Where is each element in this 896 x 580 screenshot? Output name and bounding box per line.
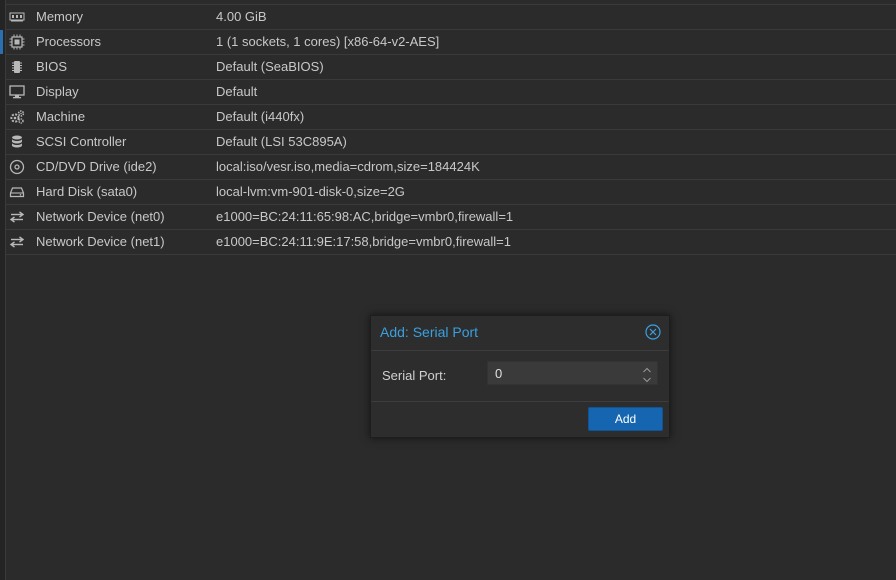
cogs-icon [9,109,25,125]
hardware-page: Memory 4.00 GiB Processors 1 (1 sockets,… [0,0,896,580]
hardware-row-key: Machine [36,109,86,124]
hardware-row-value: local-lvm:vm-901-disk-0,size=2G [216,184,405,199]
dialog-body: Serial Port: [371,350,669,402]
hardware-row-hard-disk[interactable]: Hard Disk (sata0) local-lvm:vm-901-disk-… [6,180,896,205]
hardware-row-key: Memory [36,9,83,24]
serial-port-input[interactable] [488,362,643,384]
hardware-row-display[interactable]: Display Default [6,80,896,105]
memory-icon [9,9,25,25]
dialog-footer: Add [371,401,669,437]
hardware-row-key: Network Device (net1) [36,234,165,249]
hardware-row-key: BIOS [36,59,68,74]
monitor-icon [9,84,25,100]
hardware-grid: Memory 4.00 GiB Processors 1 (1 sockets,… [6,4,896,255]
dialog-title: Add: Serial Port [380,324,479,340]
exchange-icon [9,234,25,250]
hardware-row-processors[interactable]: Processors 1 (1 sockets, 1 cores) [x86-6… [6,30,896,55]
hardware-row-value: Default (SeaBIOS) [216,59,324,74]
hardware-row-bios[interactable]: BIOS Default (SeaBIOS) [6,55,896,80]
hardware-row-key: Processors [36,34,102,49]
hardware-row-value: Default (i440fx) [216,109,305,124]
hardware-row-value: Default [216,84,258,99]
hard-disk-icon [9,184,25,200]
add-serial-port-dialog: Add: Serial Port Serial Port: 0 Add [370,315,670,438]
hardware-row-value: local:iso/vesr.iso,media=cdrom,size=1844… [216,159,480,174]
serial-port-label: Serial Port: [382,368,447,383]
hardware-row-key: Network Device (net0) [36,209,165,224]
optical-disc-icon [9,159,25,175]
hardware-row-machine[interactable]: Machine Default (i440fx) [6,105,896,130]
hardware-row-network-device-net1[interactable]: Network Device (net1) e1000=BC:24:11:9E:… [6,230,896,255]
hardware-row-value: Default (LSI 53C895A) [216,134,347,149]
serial-port-stepper[interactable] [487,361,658,385]
bios-chip-icon [9,59,25,75]
hardware-row-value: e1000=BC:24:11:9E:17:58,bridge=vmbr0,fir… [216,234,511,249]
hardware-row-key: Hard Disk (sata0) [36,184,138,199]
hardware-row-scsi-controller[interactable]: SCSI Controller Default (LSI 53C895A) [6,130,896,155]
selection-marker [0,30,3,54]
exchange-icon [9,209,25,225]
close-icon[interactable] [645,324,661,340]
hardware-row-memory[interactable]: Memory 4.00 GiB [6,5,896,30]
hardware-row-value: 1 (1 sockets, 1 cores) [x86-64-v2-AES] [216,34,440,49]
hardware-row-key: CD/DVD Drive (ide2) [36,159,157,174]
hardware-row-cd-dvd-drive[interactable]: CD/DVD Drive (ide2) local:iso/vesr.iso,m… [6,155,896,180]
hardware-row-network-device-net0[interactable]: Network Device (net0) e1000=BC:24:11:65:… [6,205,896,230]
hardware-row-key: Display [36,84,79,99]
chevron-up-icon[interactable] [640,363,654,373]
add-button[interactable]: Add [588,407,663,431]
cpu-icon [9,34,25,50]
chevron-down-icon[interactable] [640,373,654,383]
hardware-row-value: 4.00 GiB [216,9,267,24]
dialog-header[interactable]: Add: Serial Port [371,316,669,349]
hardware-row-value: e1000=BC:24:11:65:98:AC,bridge=vmbr0,fir… [216,209,514,224]
database-icon [9,134,25,150]
hardware-row-key: SCSI Controller [36,134,127,149]
